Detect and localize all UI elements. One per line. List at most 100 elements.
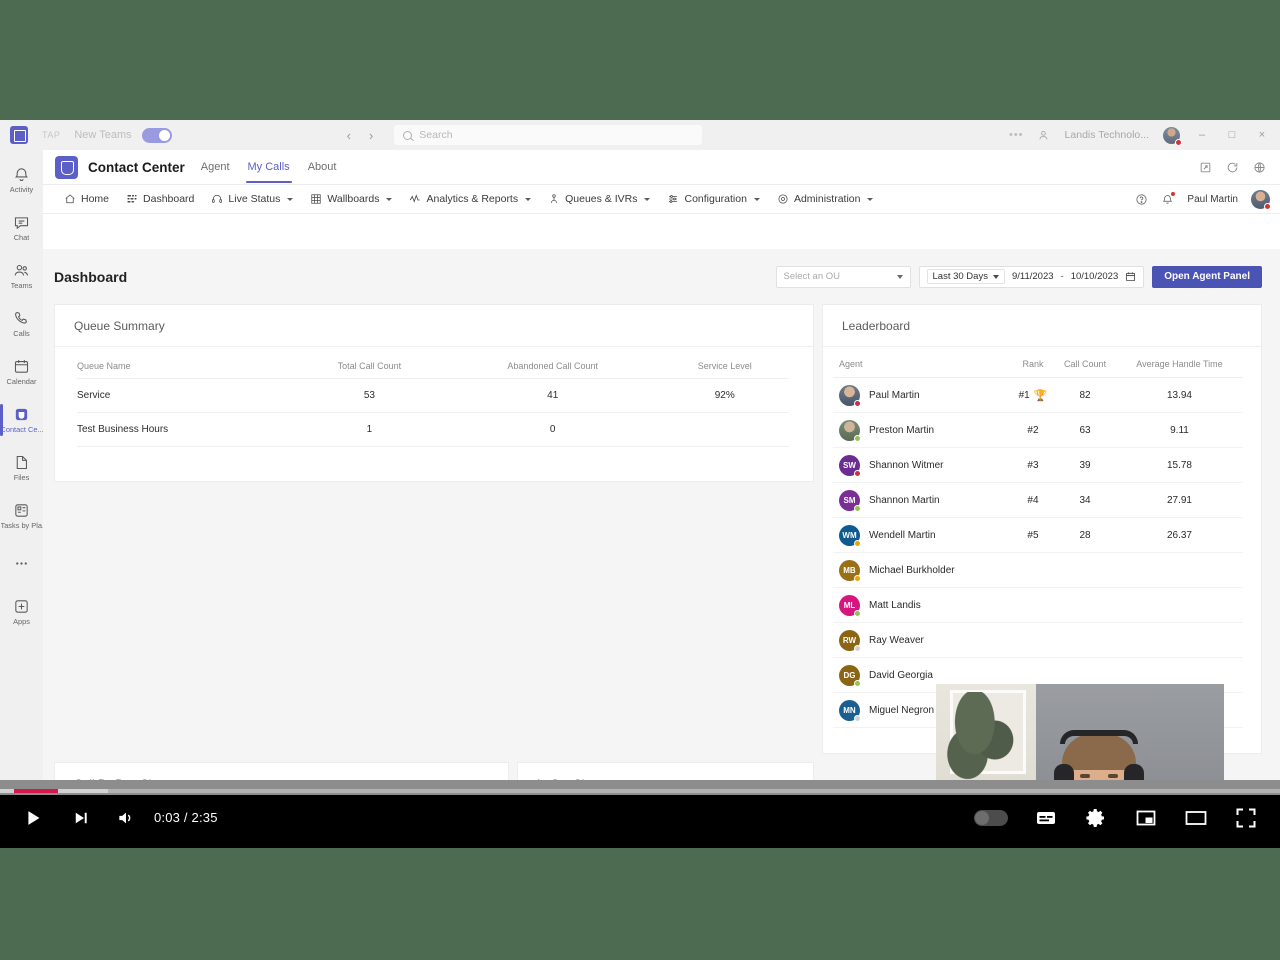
subtitles-button[interactable] [1034, 806, 1058, 830]
close-button[interactable]: × [1254, 129, 1270, 141]
date-start[interactable]: 9/11/2023 [1012, 271, 1054, 282]
pulse-icon [409, 193, 421, 205]
table-row[interactable]: Paul Martin #1 🏆 82 13.94 [833, 377, 1243, 413]
table-row[interactable]: SW Shannon Witmer #3 39 15.78 [833, 447, 1243, 483]
table-row[interactable]: ML Matt Landis [833, 587, 1243, 623]
play-button[interactable] [22, 807, 44, 829]
queue-cell: 1 [293, 412, 445, 447]
avatar[interactable]: ML [839, 594, 861, 617]
teams-left-rail: Activity Chat Teams Calls Calendar Contact Ce… [0, 150, 43, 840]
nav-item-analytics-reports[interactable]: Analytics & Reports [402, 190, 538, 208]
phone-icon [13, 310, 30, 327]
avatar[interactable]: SW [839, 454, 861, 477]
nav-item-home[interactable]: Home [57, 190, 116, 208]
new-teams-toggle[interactable] [141, 127, 172, 143]
nav-item-queues-ivrs[interactable]: Queues & IVRs [541, 190, 657, 208]
current-user-name[interactable]: Paul Martin [1187, 194, 1238, 205]
avatar[interactable] [839, 419, 861, 442]
rail-item-more[interactable] [0, 540, 43, 588]
rank-cell: #4 [1011, 482, 1055, 518]
tab-about[interactable]: About [308, 150, 337, 185]
rail-item-files[interactable]: Files [0, 444, 43, 492]
agent-name: David Georgia [869, 669, 933, 681]
nav-item-dashboard[interactable]: Dashboard [119, 190, 201, 208]
miniplayer-button[interactable] [1134, 806, 1158, 830]
search-input[interactable]: Search [393, 124, 704, 146]
avatar[interactable]: MN [839, 699, 861, 722]
call-count-cell [1054, 552, 1116, 588]
tap-label: TAP [42, 130, 61, 140]
rail-item-calendar[interactable]: Calendar [0, 348, 43, 396]
rank-cell [1011, 622, 1055, 658]
avatar[interactable]: SM [839, 489, 861, 512]
rail-item-calls[interactable]: Calls [0, 300, 43, 348]
nav-item-administration[interactable]: Administration [770, 190, 881, 208]
refresh-icon[interactable] [1226, 161, 1239, 174]
help-icon[interactable] [1135, 193, 1148, 206]
avatar[interactable]: DG [839, 664, 861, 687]
popout-icon[interactable] [1199, 161, 1212, 174]
nav-item-live-status[interactable]: Live Status [204, 190, 300, 208]
forward-button[interactable]: › [369, 128, 373, 143]
call-count-cell: 82 [1054, 377, 1116, 413]
video-frame: TAP New Teams ‹ › Search ••• Landis Tech… [0, 120, 1280, 840]
rail-item-teams[interactable]: Teams [0, 252, 43, 300]
nav-item-label: Wallboards [327, 193, 380, 205]
avatar[interactable]: MB [839, 559, 861, 582]
minimize-button[interactable]: – [1194, 129, 1210, 141]
rail-item-apps[interactable]: Apps [0, 588, 43, 636]
table-row[interactable]: Preston Martin #2 63 9.11 [833, 412, 1243, 448]
next-button[interactable] [72, 809, 90, 827]
rail-item-label: Contact Ce... [0, 425, 43, 434]
settings-gear-icon[interactable] [1084, 806, 1108, 830]
maximize-button[interactable]: □ [1224, 129, 1240, 141]
nav-item-configuration[interactable]: Configuration [660, 190, 766, 208]
notification-bell-icon[interactable] [1161, 191, 1176, 206]
globe-icon[interactable] [1253, 161, 1266, 174]
table-row[interactable]: RW Ray Weaver [833, 622, 1243, 658]
ou-select[interactable]: Select an OU [775, 265, 911, 288]
avatar[interactable] [1163, 126, 1182, 146]
autoplay-toggle[interactable] [974, 809, 1008, 826]
avatar[interactable]: RW [839, 629, 861, 652]
rank-cell [1011, 587, 1055, 623]
open-agent-panel-button[interactable]: Open Agent Panel [1152, 265, 1262, 288]
calendar-icon[interactable] [1125, 271, 1136, 282]
rail-item-label: Calls [13, 329, 30, 338]
table-row[interactable]: MB Michael Burkholder [833, 552, 1243, 588]
rail-item-tasks-by-pla[interactable]: Tasks by Pla... [0, 492, 43, 540]
table-row[interactable]: SM Shannon Martin #4 34 27.91 [833, 482, 1243, 518]
avatar[interactable]: WM [839, 524, 861, 547]
titlebar-more-icon[interactable]: ••• [1009, 129, 1024, 141]
history-nav: ‹ › [347, 128, 374, 143]
queue-cell: Test Business Hours [77, 412, 294, 447]
org-name[interactable]: Landis Technolo... [1065, 129, 1149, 141]
add-person-icon[interactable] [1038, 129, 1051, 142]
theater-button[interactable] [1184, 806, 1208, 830]
tab-agent[interactable]: Agent [201, 150, 230, 185]
average-handle-time-cell: 15.78 [1115, 447, 1243, 483]
contact-center-logo-icon [55, 155, 78, 179]
table-row[interactable]: WM Wendell Martin #5 28 26.37 [833, 517, 1243, 553]
queue-summary-title: Queue Summary [55, 305, 813, 347]
table-row[interactable]: Service 53 41 92% [77, 378, 789, 413]
rail-item-activity[interactable]: Activity [0, 156, 43, 204]
date-range-picker[interactable]: Last 30 Days 9/11/2023 - 10/10/2023 [918, 265, 1145, 288]
volume-button[interactable] [116, 808, 136, 828]
rail-item-label: Files [13, 473, 30, 482]
nav-item-wallboards[interactable]: Wallboards [303, 190, 399, 208]
tab-my-calls[interactable]: My Calls [245, 150, 292, 185]
date-preset-select[interactable]: Last 30 Days [926, 269, 1005, 284]
leaderboard-col-header: Rank [1011, 353, 1055, 378]
rail-item-contact-ce[interactable]: Contact Ce... [0, 396, 43, 444]
chevron-down-icon [867, 197, 874, 201]
user-avatar[interactable] [1251, 189, 1271, 210]
avatar[interactable] [839, 384, 861, 407]
date-end[interactable]: 10/10/2023 [1071, 271, 1119, 282]
table-row[interactable]: Test Business Hours 1 0 [77, 412, 789, 447]
fullscreen-button[interactable] [1234, 806, 1258, 830]
rail-item-chat[interactable]: Chat [0, 204, 43, 252]
call-count-cell: 28 [1054, 517, 1116, 553]
dashboard-filters: Select an OU Last 30 Days 9/11/2023 - 10… [775, 265, 1262, 288]
back-button[interactable]: ‹ [347, 128, 351, 143]
